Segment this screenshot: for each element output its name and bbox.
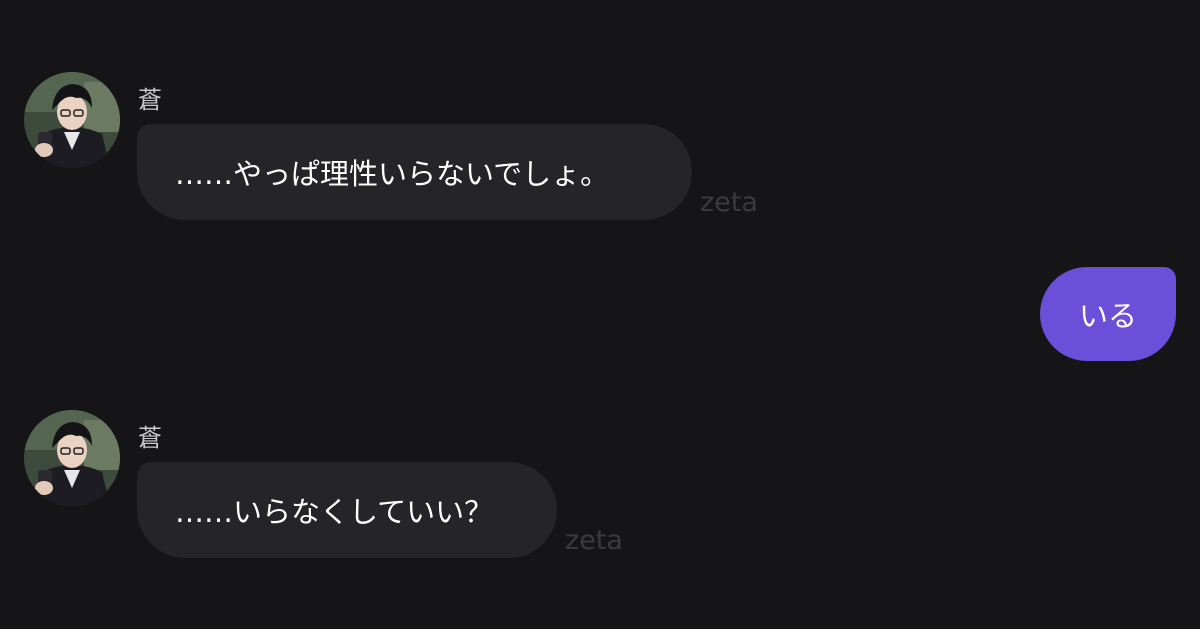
message-bubble: ……いらなくしていい？ [137,462,557,558]
outgoing-message-bubble: いる [1040,267,1176,361]
message-bubble: ……やっぱ理性いらないでしょ。 [137,124,692,220]
sender-name: 蒼 [138,86,162,114]
message-text: いる [1078,299,1137,333]
sender-name: 蒼 [138,424,162,452]
message-text: ……いらなくしていい？ [175,495,494,529]
chat-thread: 蒼 ……やっぱ理性いらないでしょ。 zeta いる 蒼 ……いらなくしていい？ … [0,0,1200,629]
message-text: ……やっぱ理性いらないでしょ。 [175,157,610,191]
avatar[interactable] [24,72,120,168]
avatar[interactable] [24,410,120,506]
watermark-label: zeta [700,187,758,218]
character-portrait-icon [24,410,120,506]
character-portrait-icon [24,72,120,168]
watermark-label: zeta [565,525,623,556]
